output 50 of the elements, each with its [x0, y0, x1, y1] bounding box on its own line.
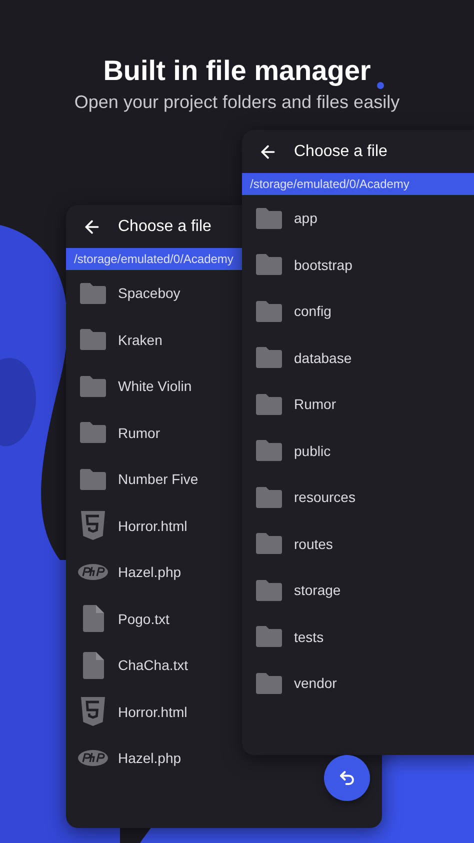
- file-list-item[interactable]: Horror.html: [78, 688, 188, 735]
- file-list-item[interactable]: Spaceboy: [78, 270, 180, 316]
- php-icon: [78, 564, 108, 580]
- folder-icon: [256, 440, 282, 462]
- file-list-item[interactable]: Rumor: [78, 410, 160, 456]
- screen-title: Choose a file: [294, 142, 388, 160]
- file-list-item[interactable]: config: [254, 288, 332, 334]
- file-list-item[interactable]: vendor: [254, 660, 337, 706]
- file-list-item[interactable]: Pogo.txt: [78, 596, 170, 642]
- file-list-item[interactable]: tests: [254, 614, 324, 660]
- file-list-item[interactable]: app: [254, 195, 318, 242]
- accent-dot: [377, 82, 384, 89]
- file-list-item[interactable]: database: [254, 334, 352, 381]
- subheadline: Open your project folders and files easily: [74, 92, 400, 112]
- screen-title: Choose a file: [118, 218, 212, 236]
- folder-icon: [256, 254, 282, 276]
- folder-icon: [256, 394, 282, 415]
- file-list-item[interactable]: storage: [254, 567, 341, 614]
- folder-icon: [80, 329, 106, 350]
- folder-icon: [256, 626, 282, 648]
- file-list-item[interactable]: Hazel.php: [78, 735, 182, 782]
- php-icon: [78, 750, 108, 766]
- document-icon: [82, 652, 104, 679]
- folder-icon: [256, 347, 282, 368]
- file-list-item[interactable]: Number Five: [78, 456, 198, 502]
- file-list-item[interactable]: routes: [254, 520, 333, 567]
- folder-icon: [256, 580, 282, 601]
- document-icon: [82, 605, 104, 632]
- folder-icon: [256, 533, 282, 554]
- file-list-item[interactable]: Rumor: [254, 381, 336, 428]
- path-bar: /storage/emulated/0/Academy: [242, 173, 474, 195]
- folder-icon: [80, 376, 106, 397]
- undo-icon: [338, 769, 356, 787]
- headline: Built in file manager: [103, 54, 371, 88]
- file-list-item[interactable]: White Violin: [78, 363, 192, 410]
- folder-icon: [256, 672, 282, 694]
- file-list-item[interactable]: ChaCha.txt: [78, 642, 188, 688]
- file-list-item[interactable]: public: [254, 428, 331, 474]
- file-list-item[interactable]: resources: [254, 474, 356, 520]
- folder-icon: [256, 486, 282, 508]
- folder-icon: [80, 468, 106, 490]
- folder-icon: [80, 282, 106, 304]
- html5-icon: [81, 697, 105, 726]
- file-list-item[interactable]: Hazel.php: [78, 549, 182, 596]
- folder-icon: [256, 300, 282, 322]
- file-list-item[interactable]: Kraken: [78, 316, 162, 363]
- folder-icon: [80, 422, 106, 444]
- folder-icon: [256, 208, 282, 229]
- html5-icon: [81, 511, 105, 540]
- file-list-item[interactable]: Horror.html: [78, 502, 188, 549]
